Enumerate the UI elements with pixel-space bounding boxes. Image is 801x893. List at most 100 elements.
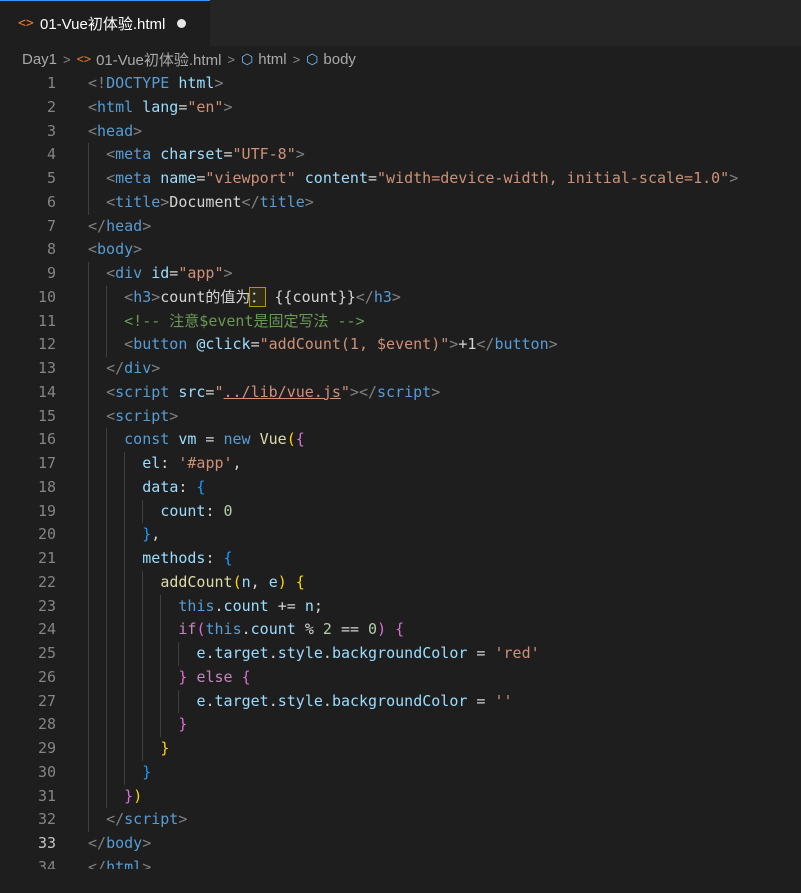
code-token: body <box>106 834 143 852</box>
code-token: 0 <box>368 620 378 639</box>
indent-guide <box>88 713 89 737</box>
code-line[interactable]: 6 <title>Document</title> <box>0 190 801 215</box>
code-editor[interactable]: 1 <!DOCTYPE html> 2 <html lang="en"> 3 <head>… <box>0 72 801 869</box>
code-token: > <box>142 834 152 852</box>
code-line[interactable]: 24 if(this.count % 2 == 0) { <box>0 618 801 642</box>
code-line[interactable]: 14 <script src="../lib/vue.js"></script> <box>0 380 801 405</box>
code-token: > <box>304 192 314 211</box>
code-line[interactable]: 19 count: 0 <box>0 499 801 524</box>
indent-guide <box>142 713 144 737</box>
code-token: count <box>250 620 296 639</box>
code-token: <! <box>88 74 107 92</box>
code-text: <script src="../lib/vue.js"></script> <box>106 381 801 405</box>
html-file-icon: <> <box>76 52 92 66</box>
code-text: this.count += n; <box>178 595 801 619</box>
indent-guide <box>124 570 126 595</box>
code-line[interactable]: 13 </div> <box>0 357 801 381</box>
code-token: ) <box>377 620 387 639</box>
code-token: head <box>97 121 134 140</box>
breadcrumb-file[interactable]: 01-Vue初体验.html <box>96 49 221 70</box>
code-line[interactable]: 9 <div id="app"> <box>0 262 801 286</box>
code-token: > <box>169 406 179 425</box>
line-number: 16 <box>37 430 56 449</box>
code-line[interactable]: 21 methods: { <box>0 547 801 571</box>
breadcrumb-body[interactable]: body <box>323 51 356 68</box>
indent-guide <box>88 262 89 286</box>
code-token: == <box>331 620 369 639</box>
indent-guide <box>124 499 126 524</box>
code-token: { <box>196 477 206 496</box>
unsaved-dot-icon[interactable] <box>177 19 187 28</box>
line-number: 11 <box>37 311 56 330</box>
code-token: "UTF-8" <box>232 145 296 164</box>
line-number: 7 <box>46 216 56 235</box>
code-line[interactable]: 33 </body> <box>0 832 801 856</box>
code-line[interactable]: 20}, <box>0 523 801 547</box>
code-line[interactable]: 34 </html> <box>0 856 801 869</box>
code-token: > <box>178 810 188 829</box>
code-token: target <box>214 644 269 662</box>
indent-guide <box>88 760 89 785</box>
code-line[interactable]: 30} <box>0 760 801 785</box>
chevron-right-icon: > <box>227 51 235 67</box>
code-line[interactable]: 10 <h3>count的值为： {{count}}</h3> <box>0 285 801 310</box>
code-line[interactable]: 17 el: '#app', <box>0 452 801 476</box>
breadcrumb-folder[interactable]: Day1 <box>22 51 57 68</box>
code-line[interactable]: 4 <meta charset="UTF-8"> <box>0 143 801 167</box>
line-number: 4 <box>46 145 56 164</box>
code-line[interactable]: 27 e.target.style.backgroundColor = '' <box>0 689 801 714</box>
code-line[interactable]: 5 <meta name="viewport" content="width=de… <box>0 167 801 191</box>
code-line[interactable]: 1 <!DOCTYPE html> <box>0 72 801 96</box>
editor-tab[interactable]: <> 01-Vue初体验.html <box>0 0 210 46</box>
element-cube-icon: ⬡ <box>241 50 254 67</box>
code-token: h3 <box>373 287 392 306</box>
code-line[interactable]: 7 </head> <box>0 215 801 239</box>
code-line[interactable]: 29} <box>0 737 801 761</box>
code-token: count的值为 <box>160 287 251 306</box>
line-number: 10 <box>37 287 56 306</box>
code-line[interactable]: 8 <body> <box>0 238 801 262</box>
line-number: 20 <box>37 525 56 544</box>
code-line[interactable]: 31}) <box>0 784 801 809</box>
code-line[interactable]: 11 <!-- 注意$event是固定写法 --> <box>0 309 801 334</box>
code-line[interactable]: 3 <head> <box>0 120 801 144</box>
code-line[interactable]: 26} else { <box>0 665 801 690</box>
indent-guide <box>124 713 126 737</box>
code-line[interactable]: 18 data: { <box>0 475 801 500</box>
code-line[interactable]: 28} <box>0 713 801 737</box>
code-token: src <box>169 382 206 401</box>
line-number: 32 <box>37 810 56 829</box>
indent-guide <box>88 428 89 452</box>
code-text: e.target.style.backgroundColor = 'red' <box>196 642 801 666</box>
code-line[interactable]: 22 addCount(n, e) { <box>0 570 801 595</box>
code-token: </ <box>355 287 374 306</box>
code-line[interactable]: 12 <button @click="addCount(1, $event)">+… <box>0 333 801 357</box>
indent-guide <box>106 570 108 595</box>
code-line[interactable]: 32 </script> <box>0 808 801 832</box>
indent-guide <box>106 760 108 785</box>
code-token: = <box>223 145 233 164</box>
code-token: title <box>259 192 305 211</box>
code-token: style <box>277 644 323 662</box>
indent-guide <box>106 594 108 619</box>
code-token: > <box>431 382 441 401</box>
code-text: </div> <box>106 357 801 381</box>
code-token: n <box>304 596 314 615</box>
code-token: : <box>160 454 179 472</box>
code-line[interactable]: 15 <script> <box>0 404 801 429</box>
code-token: } <box>142 525 152 544</box>
code-line[interactable]: 23 this.count += n; <box>0 594 801 619</box>
line-number: 14 <box>37 382 56 401</box>
code-token: </ <box>476 335 495 354</box>
code-token: : <box>178 477 197 496</box>
breadcrumb-html[interactable]: html <box>258 51 286 68</box>
code-token: 'red' <box>494 644 540 662</box>
code-line[interactable]: 25 e.target.style.backgroundColor = 'red' <box>0 642 801 666</box>
code-line[interactable]: 2 <html lang="en"> <box>0 96 801 120</box>
indent-guide <box>106 737 108 761</box>
code-text: <meta charset="UTF-8"> <box>106 143 801 167</box>
code-text: addCount(n, e) { <box>160 571 801 595</box>
code-line[interactable]: 16 const vm = new Vue({ <box>0 428 801 452</box>
